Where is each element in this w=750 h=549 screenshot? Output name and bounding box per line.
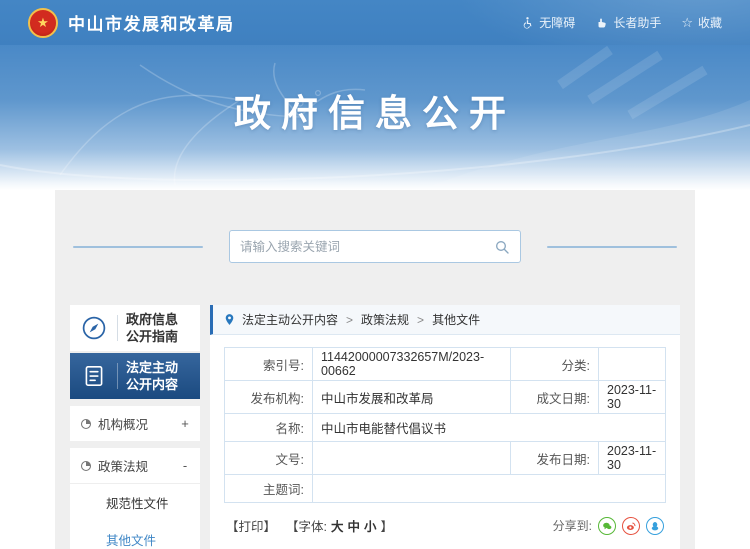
section-bullet-icon [80,418,92,430]
sidebar-menu-card: 政策法规 - 规范性文件 其他文件 [70,448,200,549]
accessibility-label: 无障碍 [539,14,575,31]
search-input[interactable] [240,240,494,254]
site-brand[interactable]: ★ 中山市发展和改革局 [28,8,235,38]
font-size-controls: 【字体: 大 中 小 】 [286,516,393,535]
search-box [229,230,521,263]
star-icon: ☆ [681,16,693,29]
font-size-small-button[interactable]: 小 [364,516,377,535]
favorite-label: 收藏 [698,14,722,31]
main-area: 政府信息公开指南 法定主动公开内容 机构概况 + [70,305,680,549]
breadcrumb-item-current: 其他文件 [432,311,480,328]
left-divider-line [73,246,203,248]
document-icon [79,363,109,389]
expand-icon[interactable]: + [180,416,190,431]
breadcrumb-separator: > [346,313,353,327]
sidebar-item-normative-docs[interactable]: 规范性文件 [70,484,200,521]
issuing-agency-value: 中山市发展和改革局 [313,381,511,414]
search-row [70,190,680,263]
font-label-close: 】 [381,516,394,535]
table-row: 文号: 发布日期: 2023-11-30 [225,442,666,475]
font-size-large-button[interactable]: 大 [331,516,344,535]
table-row: 主题词: [225,475,666,503]
name-value: 中山市电能替代倡议书 [313,414,666,442]
doc-number-value [313,442,511,475]
sidebar-item-org-overview[interactable]: 机构概况 + [70,406,200,441]
sidebar: 政府信息公开指南 法定主动公开内容 机构概况 + [70,305,200,549]
breadcrumb-item-policies[interactable]: 政策法规 [361,311,409,328]
page-title: 政府信息公开 [0,83,750,137]
search-icon [494,239,510,255]
guide-label: 政府信息公开指南 [126,311,178,345]
divider [117,315,118,341]
issue-date-value: 2023-11-30 [599,381,666,414]
share-label: 分享到: [553,517,592,534]
favorite-link[interactable]: ☆ 收藏 [681,14,722,31]
sidebar-menu-card: 机构概况 + [70,406,200,441]
location-pin-icon [223,313,236,326]
table-row: 发布机构: 中山市发展和改革局 成文日期: 2023-11-30 [225,381,666,414]
issuing-agency-label: 发布机构: [225,381,313,414]
breadcrumb-item-legal[interactable]: 法定主动公开内容 [242,311,338,328]
breadcrumb: 法定主动公开内容 > 政策法规 > 其他文件 [210,305,680,335]
accessibility-icon [521,16,534,29]
wechat-share-icon[interactable] [598,517,616,535]
keywords-value [313,475,666,503]
index-number-label: 索引号: [225,348,313,381]
qq-share-icon[interactable] [646,517,664,535]
index-number-value: 11442000007332657M/2023-00662 [313,348,511,381]
banner: 政府信息公开 [0,45,750,190]
divider [117,363,118,389]
publish-date-value: 2023-11-30 [599,442,666,475]
menu-label: 机构概况 [98,414,148,433]
elder-assistant-icon [595,16,608,29]
elder-assistant-link[interactable]: 长者助手 [595,14,661,31]
compass-icon [79,315,109,341]
keywords-label: 主题词: [225,475,313,503]
name-label: 名称: [225,414,313,442]
site-header: ★ 中山市发展和改革局 无障碍 长者助手 ☆ 收藏 [0,0,750,45]
share-controls: 分享到: [553,517,664,535]
table-row: 名称: 中山市电能替代倡议书 [225,414,666,442]
breadcrumb-separator: > [417,313,424,327]
header-utils: 无障碍 长者助手 ☆ 收藏 [521,14,722,31]
elder-assistant-label: 长者助手 [613,14,661,31]
weibo-share-icon[interactable] [622,517,640,535]
doc-number-label: 文号: [225,442,313,475]
category-label: 分类: [511,348,599,381]
right-divider-line [547,246,677,248]
category-value [599,348,666,381]
search-button[interactable] [494,239,510,255]
issue-date-label: 成文日期: [511,381,599,414]
site-title: 中山市发展和改革局 [68,10,235,35]
font-size-medium-button[interactable]: 中 [348,516,361,535]
print-button[interactable]: 【打印】 [226,516,276,535]
sidebar-item-disclosure-guide[interactable]: 政府信息公开指南 [70,305,200,351]
content-panel: 法定主动公开内容 > 政策法规 > 其他文件 索引号: 114420000073… [210,305,680,549]
font-label: 【字体: [286,516,327,535]
accessibility-link[interactable]: 无障碍 [521,14,575,31]
legal-disclosure-label: 法定主动公开内容 [126,359,178,393]
article-toolbar: 【打印】 【字体: 大 中 小 】 分享到: [226,516,664,535]
sidebar-item-policies[interactable]: 政策法规 - [70,448,200,484]
menu-label: 政策法规 [98,456,148,475]
national-emblem-logo: ★ [28,8,58,38]
document-info-table: 索引号: 11442000007332657M/2023-00662 分类: 发… [224,347,666,503]
content-container: 政府信息公开指南 法定主动公开内容 机构概况 + [55,190,695,549]
table-row: 索引号: 11442000007332657M/2023-00662 分类: [225,348,666,381]
publish-date-label: 发布日期: [511,442,599,475]
collapse-icon[interactable]: - [180,458,190,473]
sidebar-item-other-docs[interactable]: 其他文件 [70,521,200,549]
section-bullet-icon [80,460,92,472]
sidebar-item-legal-disclosure[interactable]: 法定主动公开内容 [70,353,200,399]
